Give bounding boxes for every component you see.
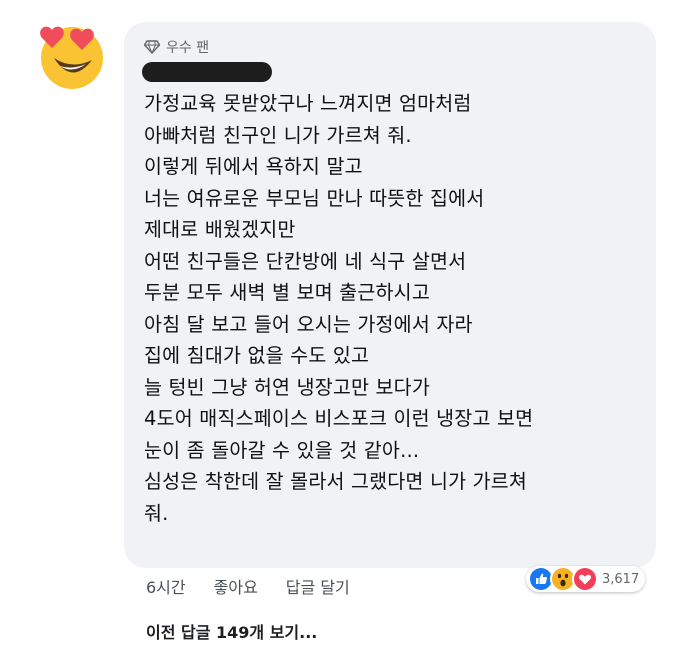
diamond-icon — [144, 40, 160, 54]
timestamp-link[interactable]: 6시간 — [146, 574, 186, 598]
comment-line: 두분 모두 새벽 별 보며 출근하시고 — [144, 281, 430, 304]
comment-line: 집에 침대가 없을 수도 있고 — [144, 344, 370, 367]
view-previous-replies-link[interactable]: 이전 답글 149개 보기... — [146, 619, 317, 643]
like-button[interactable]: 좋아요 — [214, 574, 258, 598]
redacted-author-name[interactable] — [142, 62, 272, 82]
comment-line: 아빠처럼 친구인 니가 가르쳐 줘. — [144, 123, 412, 147]
comment-line: 제대로 배웠겠지만 — [144, 218, 296, 241]
comment-actions: 6시간 좋아요 답글 달기 — [146, 574, 350, 598]
top-fan-badge[interactable]: 우수 팬 — [144, 36, 209, 58]
reactions-summary[interactable]: 3,617 — [526, 566, 646, 592]
comment-bubble: 우수 팬 가정교육 못받았구나 느껴지면 엄마처럼 아빠처럼 친구인 니가 가르… — [124, 22, 656, 568]
comment-line: 심성은 착한데 잘 몰라서 그랬다면 니가 가르쳐 — [144, 470, 528, 493]
comment-line: 너는 여유로운 부모님 만나 따뜻한 집에서 — [144, 186, 485, 210]
comment-line: 가정교육 못받았구나 느껴지면 엄마처럼 — [144, 92, 472, 115]
heart-eyes-emoji-icon — [40, 26, 103, 89]
avatar[interactable] — [36, 20, 108, 92]
comment-line: 아침 달 보고 들어 오시는 가정에서 자라 — [144, 312, 473, 336]
comment-text: 가정교육 못받았구나 느껴지면 엄마처럼 아빠처럼 친구인 니가 가르쳐 줘. … — [144, 88, 644, 529]
reply-button[interactable]: 답글 달기 — [286, 574, 350, 598]
reaction-count: 3,617 — [602, 571, 640, 587]
badge-label: 우수 팬 — [166, 40, 210, 56]
comment-line: 이렇게 뒤에서 욕하지 말고 — [144, 155, 363, 178]
love-icon — [572, 566, 598, 592]
comment-line: 늘 텅빈 그냥 허연 냉장고만 보다가 — [144, 375, 430, 399]
comment-line: 어떤 친구들은 단칸방에 네 식구 살면서 — [144, 249, 467, 273]
comment-line: 줘. — [144, 501, 169, 525]
comment-line: 눈이 좀 돌아갈 수 있을 것 같아... — [144, 438, 420, 462]
comment-line: 4도어 매직스페이스 비스포크 이런 냉장고 보면 — [144, 407, 534, 430]
